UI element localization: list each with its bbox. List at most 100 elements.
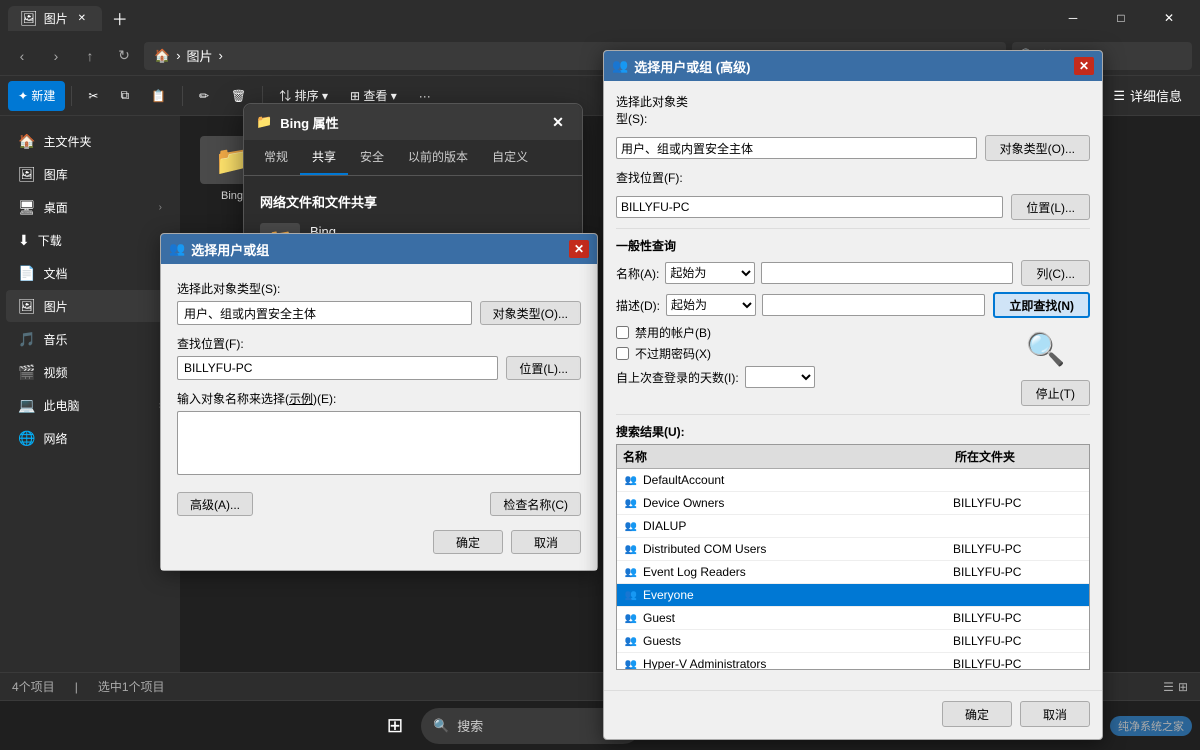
tab-close-btn[interactable]: ✕ <box>74 10 90 26</box>
address-icon: 🏠 <box>154 48 170 64</box>
gallery-icon: 🖼 <box>18 166 36 183</box>
adv-name-label: 名称(A): <box>616 265 659 282</box>
view-label: ⊞ 查看 ▾ <box>350 87 397 104</box>
adv-find-location-input[interactable] <box>616 196 1003 218</box>
adv-find-location-btn[interactable]: 位置(L)... <box>1011 194 1090 220</box>
adv-desc-dropdown[interactable]: 起始为 <box>666 294 756 316</box>
close-btn[interactable]: ✕ <box>1146 2 1192 34</box>
find-location-btn[interactable]: 位置(L)... <box>506 356 581 380</box>
rename-btn[interactable]: ✏ <box>189 81 219 111</box>
name-entry-input[interactable] <box>177 411 581 475</box>
select-user-advanced-dialog: 👥 选择用户或组 (高级) ✕ 选择此对象类型(S): 对象类型(O)... 查… <box>603 50 1103 740</box>
back-btn[interactable]: ‹ <box>8 42 36 70</box>
adv-body: 选择此对象类型(S): 对象类型(O)... 查找位置(F): 位置(L)...… <box>604 81 1102 682</box>
more-icon: ··· <box>419 89 431 103</box>
result-name: Guest <box>643 611 675 625</box>
table-row[interactable]: 👥 Everyone <box>617 584 1089 607</box>
result-loc-cell <box>947 594 1087 596</box>
find-location-input[interactable] <box>177 356 498 380</box>
new-tab-btn[interactable]: ＋ <box>106 4 134 32</box>
tab-previous[interactable]: 以前的版本 <box>396 140 480 175</box>
documents-icon: 📄 <box>18 265 35 282</box>
advanced-btn[interactable]: 高级(A)... <box>177 492 253 516</box>
adv-search-btn[interactable]: 立即查找(N) <box>993 292 1090 318</box>
adv-days-dropdown[interactable] <box>745 366 815 388</box>
adv-disabled-checkbox[interactable] <box>616 326 629 339</box>
toolbar-sep2 <box>182 86 183 106</box>
result-name: Guests <box>643 634 681 648</box>
table-row[interactable]: 👥 Event Log Readers BILLYFU-PC <box>617 561 1089 584</box>
select-type-btn[interactable]: 对象类型(O)... <box>480 301 581 325</box>
simple-cancel-btn[interactable]: 取消 <box>511 530 581 554</box>
table-row[interactable]: 👥 DefaultAccount <box>617 469 1089 492</box>
sidebar-item-documents[interactable]: 📄 文档 <box>6 257 174 289</box>
rename-icon: ✏ <box>199 89 209 103</box>
sidebar-item-gallery[interactable]: 🖼 图库 <box>6 158 174 190</box>
bing-dialog-close[interactable]: ✕ <box>546 110 570 134</box>
up-btn[interactable]: ↑ <box>76 42 104 70</box>
tab-custom[interactable]: 自定义 <box>480 140 540 175</box>
adv-select-type-input-row: 对象类型(O)... <box>616 135 1090 161</box>
sidebar-item-downloads[interactable]: ⬇ 下载 <box>6 224 174 256</box>
adv-select-type-input[interactable] <box>616 137 977 159</box>
sidebar-item-desktop[interactable]: 🖥 桌面 › <box>6 191 174 223</box>
tab-share[interactable]: 共享 <box>300 140 348 175</box>
maximize-btn[interactable]: □ <box>1098 2 1144 34</box>
view-list-icon[interactable]: ☰ <box>1163 680 1174 694</box>
table-row[interactable]: 👥 Guests BILLYFU-PC <box>617 630 1089 653</box>
adv-cancel-btn[interactable]: 取消 <box>1020 701 1090 727</box>
sidebar-label-this-pc: 此电脑 <box>43 397 79 414</box>
sidebar-label-pictures: 图片 <box>44 298 68 315</box>
copy-btn[interactable]: ⧉ <box>110 81 139 111</box>
sidebar-item-network[interactable]: 🌐 网络 <box>6 422 174 454</box>
select-type-input[interactable] <box>177 301 472 325</box>
table-row[interactable]: 👥 Hyper-V Administrators BILLYFU-PC <box>617 653 1089 669</box>
adv-stop-btn[interactable]: 停止(T) <box>1021 380 1090 406</box>
select-simple-close[interactable]: ✕ <box>569 240 589 258</box>
sidebar-item-videos[interactable]: 🎬 视频 <box>6 356 174 388</box>
adv-noexpire-checkbox[interactable] <box>616 347 629 360</box>
adv-name-value[interactable] <box>761 262 1013 284</box>
sidebar-item-music[interactable]: 🎵 音乐 <box>6 323 174 355</box>
minimize-btn[interactable]: ─ <box>1050 2 1096 34</box>
result-name-cell: 👥 DIALUP <box>619 517 947 535</box>
cut-btn[interactable]: ✂ <box>78 81 108 111</box>
name-entry-label: 输入对象名称来选择(示例)(E): <box>177 390 581 407</box>
start-btn[interactable]: ⊞ <box>375 706 415 746</box>
music-icon: 🎵 <box>18 331 35 348</box>
adv-noexpire-label: 不过期密码(X) <box>635 345 711 362</box>
result-name: DIALUP <box>643 519 686 533</box>
sidebar-item-home[interactable]: 🏠 主文件夹 <box>6 125 174 157</box>
result-loc-cell: BILLYFU-PC <box>947 633 1087 649</box>
tab-general[interactable]: 常规 <box>252 140 300 175</box>
sidebar-item-this-pc[interactable]: 💻 此电脑 › <box>6 389 174 421</box>
new-btn[interactable]: ✦ 新建 <box>8 81 65 111</box>
explorer-tab[interactable]: 🖼 图片 ✕ <box>8 6 102 31</box>
forward-btn[interactable]: › <box>42 42 70 70</box>
details-btn[interactable]: ☰ 详细信息 <box>1103 81 1192 111</box>
adv-ok-btn[interactable]: 确定 <box>942 701 1012 727</box>
result-name-cell: 👥 Device Owners <box>619 494 947 512</box>
table-row[interactable]: 👥 Device Owners BILLYFU-PC <box>617 492 1089 515</box>
adv-name-dropdown[interactable]: 起始为 <box>665 262 755 284</box>
view-grid-icon[interactable]: ⊞ <box>1178 680 1188 694</box>
adv-col-btn[interactable]: 列(C)... <box>1021 260 1090 286</box>
sidebar-label-music: 音乐 <box>43 331 67 348</box>
tab-security[interactable]: 安全 <box>348 140 396 175</box>
group-icon: 👥 <box>623 518 639 534</box>
simple-ok-btn[interactable]: 确定 <box>433 530 503 554</box>
paste-btn[interactable]: 📋 <box>141 81 176 111</box>
refresh-btn[interactable]: ↻ <box>110 42 138 70</box>
sidebar-item-pictures[interactable]: 🖼 图片 <box>6 290 174 322</box>
downloads-icon: ⬇ <box>18 232 30 249</box>
check-name-btn[interactable]: 检查名称(C) <box>490 492 581 516</box>
result-name: Hyper-V Administrators <box>643 657 766 669</box>
adv-select-type-btn[interactable]: 对象类型(O)... <box>985 135 1090 161</box>
adv-close-btn[interactable]: ✕ <box>1074 57 1094 75</box>
table-row[interactable]: 👥 Guest BILLYFU-PC <box>617 607 1089 630</box>
result-loc-cell <box>947 479 1087 481</box>
adv-desc-value[interactable] <box>762 294 985 316</box>
table-row[interactable]: 👥 Distributed COM Users BILLYFU-PC <box>617 538 1089 561</box>
table-row[interactable]: 👥 DIALUP <box>617 515 1089 538</box>
adv-divider2 <box>616 414 1090 415</box>
